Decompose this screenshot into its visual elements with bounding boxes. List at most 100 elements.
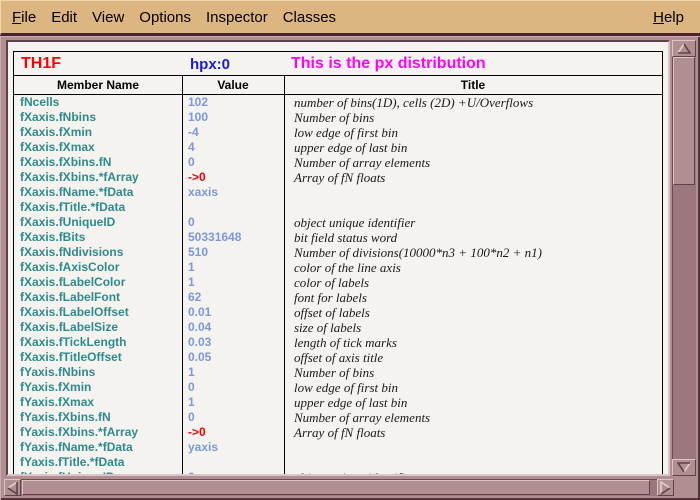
- table-row[interactable]: fYaxis.fXbins.fN0Number of array element…: [14, 410, 662, 425]
- member-value: 0: [182, 215, 284, 230]
- member-title: upper edge of last bin: [284, 395, 662, 410]
- member-value: -4: [182, 125, 284, 140]
- member-value: 0.04: [182, 320, 284, 335]
- member-name: fXaxis.fAxisColor: [14, 260, 182, 275]
- table-row[interactable]: fXaxis.fTitleOffset0.05offset of axis ti…: [14, 350, 662, 365]
- member-name: fXaxis.fTitle.*fData: [14, 200, 182, 215]
- table-row[interactable]: fXaxis.fNbins100Number of bins: [14, 110, 662, 125]
- table-row[interactable]: fXaxis.fXbins.fN0Number of array element…: [14, 155, 662, 170]
- member-name: fYaxis.fXmax: [14, 395, 182, 410]
- table-row[interactable]: fXaxis.fAxisColor1color of the line axis: [14, 260, 662, 275]
- member-title: object unique identifier: [284, 215, 662, 230]
- member-value: 102: [182, 95, 284, 110]
- table-row[interactable]: fXaxis.fLabelOffset0.01offset of labels: [14, 305, 662, 320]
- right-arrow-icon: [660, 481, 671, 495]
- column-separator: [182, 76, 183, 476]
- table-row[interactable]: fYaxis.fXmin0low edge of first bin: [14, 380, 662, 395]
- table-row[interactable]: fYaxis.fXbins.*fArray->0Array of fN floa…: [14, 425, 662, 440]
- member-name: fYaxis.fXbins.fN: [14, 410, 182, 425]
- menu-item-help[interactable]: Help: [653, 9, 684, 26]
- scroll-right-button[interactable]: [657, 479, 674, 496]
- menu-item-edit[interactable]: Edit: [51, 9, 77, 26]
- menu-item-options[interactable]: Options: [139, 9, 191, 26]
- member-value: 100: [182, 110, 284, 125]
- left-arrow-icon: [7, 481, 18, 495]
- table-row[interactable]: fXaxis.fUniqueID0object unique identifie…: [14, 215, 662, 230]
- member-title: bit field status word: [284, 230, 662, 245]
- scroll-up-button[interactable]: [672, 40, 696, 57]
- member-title: [284, 200, 662, 215]
- member-title: Array of fN floats: [284, 425, 662, 440]
- table-row[interactable]: fXaxis.fBits50331648bit field status wor…: [14, 230, 662, 245]
- down-arrow-icon: [677, 462, 691, 473]
- table-row[interactable]: fNcells102number of bins(1D), cells (2D)…: [14, 95, 662, 110]
- scroll-down-button[interactable]: [672, 459, 696, 476]
- table-row[interactable]: fXaxis.fLabelSize0.04size of labels: [14, 320, 662, 335]
- menubar: File Edit View Options Inspector Classes Help: [0, 0, 700, 36]
- member-table: TH1F hpx:0 This is the px distribution M…: [13, 51, 663, 476]
- member-value: 1: [182, 275, 284, 290]
- table-row[interactable]: fXaxis.fName.*fDataxaxis: [14, 185, 662, 200]
- member-name: fXaxis.fTickLength: [14, 335, 182, 350]
- member-name: fXaxis.fNdivisions: [14, 245, 182, 260]
- table-row[interactable]: fYaxis.fUniqueID0object unique identifie…: [14, 470, 662, 476]
- member-title: color of the line axis: [284, 260, 662, 275]
- member-title: Number of array elements: [284, 410, 662, 425]
- member-title: Number of bins: [284, 365, 662, 380]
- member-title: size of labels: [284, 320, 662, 335]
- inspector-panel: TH1F hpx:0 This is the px distribution M…: [0, 36, 700, 500]
- member-name: fXaxis.fUniqueID: [14, 215, 182, 230]
- horizontal-scrollbar-thumb[interactable]: [22, 480, 650, 495]
- table-row[interactable]: fYaxis.fXmax1upper edge of last bin: [14, 395, 662, 410]
- table-row[interactable]: fXaxis.fTitle.*fData: [14, 200, 662, 215]
- member-name: fXaxis.fBits: [14, 230, 182, 245]
- member-title: [284, 185, 662, 200]
- table-row[interactable]: fYaxis.fNbins1Number of bins: [14, 365, 662, 380]
- table-row[interactable]: fXaxis.fNdivisions510Number of divisions…: [14, 245, 662, 260]
- member-value: 0: [182, 470, 284, 476]
- member-value: 1: [182, 395, 284, 410]
- member-title: length of tick marks: [284, 335, 662, 350]
- table-row[interactable]: fXaxis.fLabelFont62font for labels: [14, 290, 662, 305]
- table-row[interactable]: fXaxis.fXmax4upper edge of last bin: [14, 140, 662, 155]
- horizontal-scrollbar[interactable]: [4, 479, 674, 496]
- member-name: fYaxis.fNbins: [14, 365, 182, 380]
- member-value: ->0: [182, 425, 284, 440]
- member-name: fXaxis.fTitleOffset: [14, 350, 182, 365]
- table-row[interactable]: fYaxis.fName.*fDatayaxis: [14, 440, 662, 455]
- column-header-title: Title: [284, 76, 662, 94]
- table-body: fNcells102number of bins(1D), cells (2D)…: [14, 95, 662, 476]
- member-value: [182, 455, 284, 470]
- member-name: fXaxis.fLabelColor: [14, 275, 182, 290]
- member-value: 1: [182, 365, 284, 380]
- table-row[interactable]: fXaxis.fXbins.*fArray->0Array of fN floa…: [14, 170, 662, 185]
- member-value: 0.01: [182, 305, 284, 320]
- object-title: This is the px distribution: [291, 55, 486, 73]
- menu-item-file[interactable]: File: [12, 9, 36, 26]
- member-name: fXaxis.fNbins: [14, 110, 182, 125]
- member-title: number of bins(1D), cells (2D) +U/Overfl…: [284, 95, 662, 110]
- member-title: Number of bins: [284, 110, 662, 125]
- vertical-scrollbar[interactable]: [672, 40, 696, 476]
- menu-item-view[interactable]: View: [92, 9, 124, 26]
- column-header-member-name: Member Name: [14, 76, 182, 94]
- member-title: Array of fN floats: [284, 170, 662, 185]
- member-value: ->0: [182, 170, 284, 185]
- member-name: fYaxis.fName.*fData: [14, 440, 182, 455]
- member-value: [182, 200, 284, 215]
- member-name: fNcells: [14, 95, 182, 110]
- member-title: color of labels: [284, 275, 662, 290]
- scroll-left-button[interactable]: [4, 479, 21, 496]
- table-row[interactable]: fYaxis.fTitle.*fData: [14, 455, 662, 470]
- table-row[interactable]: fXaxis.fLabelColor1color of labels: [14, 275, 662, 290]
- vertical-scrollbar-thumb[interactable]: [673, 57, 695, 185]
- member-value: 0: [182, 155, 284, 170]
- menu-item-inspector[interactable]: Inspector: [206, 9, 268, 26]
- member-name: fXaxis.fLabelSize: [14, 320, 182, 335]
- table-row[interactable]: fXaxis.fXmin-4low edge of first bin: [14, 125, 662, 140]
- member-value: yaxis: [182, 440, 284, 455]
- table-row[interactable]: fXaxis.fTickLength0.03length of tick mar…: [14, 335, 662, 350]
- member-title: Number of array elements: [284, 155, 662, 170]
- menu-item-classes[interactable]: Classes: [283, 9, 336, 26]
- member-title: low edge of first bin: [284, 125, 662, 140]
